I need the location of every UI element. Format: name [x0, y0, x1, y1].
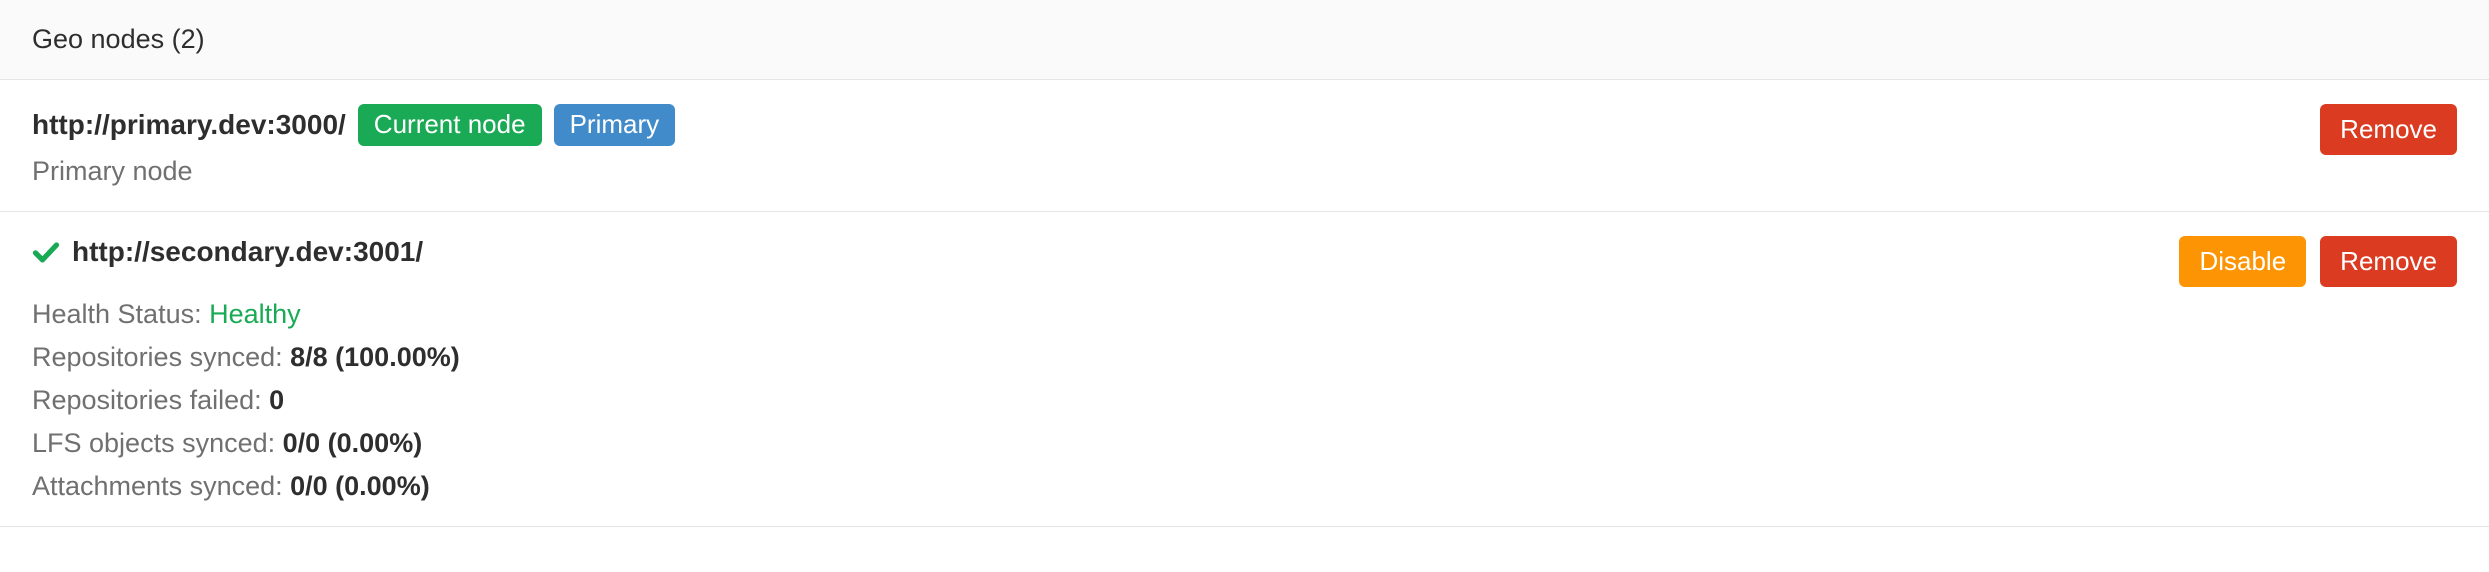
- lfs-label: LFS objects synced:: [32, 428, 283, 458]
- health-status-label: Health Status:: [32, 299, 209, 329]
- primary-badge: Primary: [554, 104, 676, 146]
- check-icon: [32, 238, 60, 266]
- node-title-row: http://primary.dev:3000/ Current node Pr…: [32, 104, 675, 146]
- current-node-badge: Current node: [358, 104, 542, 146]
- lfs-value: 0/0 (0.00%): [283, 428, 423, 458]
- repos-synced-label: Repositories synced:: [32, 342, 290, 372]
- health-status-row: Health Status: Healthy: [32, 299, 2457, 330]
- repos-synced-value: 8/8 (100.00%): [290, 342, 460, 372]
- node-title-row: http://secondary.dev:3001/: [32, 236, 423, 268]
- repos-failed-label: Repositories failed:: [32, 385, 269, 415]
- node-actions: Remove: [2320, 104, 2457, 155]
- page-header: Geo nodes (2): [0, 0, 2489, 80]
- node-url: http://primary.dev:3000/: [32, 109, 346, 141]
- attachments-value: 0/0 (0.00%): [290, 471, 430, 501]
- health-status-value: Healthy: [209, 299, 301, 329]
- node-subtitle: Primary node: [32, 156, 675, 187]
- attachments-label: Attachments synced:: [32, 471, 290, 501]
- node-actions: Disable Remove: [2179, 236, 2457, 287]
- attachments-synced-row: Attachments synced: 0/0 (0.00%): [32, 471, 2457, 502]
- disable-button[interactable]: Disable: [2179, 236, 2306, 287]
- geo-node-secondary: http://secondary.dev:3001/ Disable Remov…: [0, 212, 2489, 527]
- page-title: Geo nodes (2): [32, 24, 205, 54]
- node-url: http://secondary.dev:3001/: [72, 236, 423, 268]
- lfs-synced-row: LFS objects synced: 0/0 (0.00%): [32, 428, 2457, 459]
- repos-failed-value: 0: [269, 385, 284, 415]
- remove-button[interactable]: Remove: [2320, 104, 2457, 155]
- repos-synced-row: Repositories synced: 8/8 (100.00%): [32, 342, 2457, 373]
- remove-button[interactable]: Remove: [2320, 236, 2457, 287]
- repos-failed-row: Repositories failed: 0: [32, 385, 2457, 416]
- geo-node-primary: http://primary.dev:3000/ Current node Pr…: [0, 80, 2489, 212]
